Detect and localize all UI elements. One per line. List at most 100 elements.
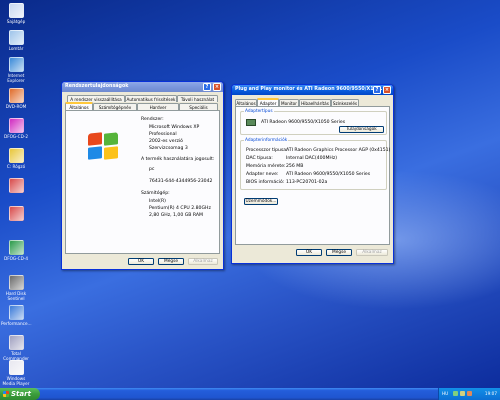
adapter-tab-panel: Adaptertípus ATI Radeon 9600/9550/X1050 … xyxy=(235,106,390,245)
os-name: Microsoft Windows XP xyxy=(149,125,200,130)
properties-button[interactable]: Tulajdonságok xyxy=(339,126,384,133)
ok-button[interactable]: OK xyxy=(128,258,154,265)
desktop-icon[interactable] xyxy=(1,178,31,194)
tab-monitor[interactable]: Monitor xyxy=(279,99,299,106)
desktop-icon-label: Internet Explorer xyxy=(7,73,25,83)
tray-icon[interactable] xyxy=(453,391,458,396)
tab-troubleshoot[interactable]: Hibaelhárítás xyxy=(299,99,331,106)
cpu-ram: 2,80 GHz, 1,00 GB RAM xyxy=(149,213,204,218)
apply-button[interactable]: Alkalmaz xyxy=(356,249,388,256)
info-value: 256 MB xyxy=(286,164,304,169)
info-value: ATI Radeon 9600/9550/X1050 Series xyxy=(286,172,371,177)
tray-icon[interactable] xyxy=(467,391,472,396)
licensed-user: pc xyxy=(149,167,155,172)
desktop-icon[interactable]: Internet Explorer xyxy=(1,57,31,83)
cancel-button[interactable]: Mégse xyxy=(158,258,184,265)
clock[interactable]: 19:07 xyxy=(485,391,497,396)
desktop-icon[interactable]: DFOG-CD-4 xyxy=(1,240,31,261)
cpu-model: Pentium(R) 4 CPU 2.80GHz xyxy=(149,206,211,211)
application-icon xyxy=(8,148,24,163)
display-adapter-properties-window: Plug and Play monitor és ATI Radeon 9600… xyxy=(231,84,394,264)
info-key: Adapter neve: xyxy=(246,172,279,177)
info-key: BIOS információ: xyxy=(246,180,285,185)
application-icon xyxy=(8,275,24,290)
window-title: Rendszertulajdonságok xyxy=(65,84,129,89)
desktop-icon-label: Hard Disk Sentinel xyxy=(5,291,27,301)
desktop-icon[interactable]: Performance... xyxy=(1,305,32,326)
application-icon xyxy=(8,360,24,375)
tab-computer-name[interactable]: Számítógépnév xyxy=(93,103,137,110)
info-key: Processzor típusa: xyxy=(246,148,288,153)
application-icon xyxy=(8,305,24,320)
language-indicator[interactable]: HU xyxy=(442,388,448,400)
cancel-button[interactable]: Mégse xyxy=(326,249,352,256)
tab-system-restore[interactable]: A rendszer visszaállítása xyxy=(67,95,125,102)
application-icon xyxy=(8,240,24,255)
adapter-info-group: Adapterinformációk Processzor típusa: AT… xyxy=(240,138,391,190)
desktop-icon-label: Lomtár xyxy=(8,46,24,51)
system-label: Rendszer: xyxy=(141,117,164,122)
desktop-icon[interactable]: Hard Disk Sentinel xyxy=(1,275,31,301)
tab-general[interactable]: Általános xyxy=(65,102,93,110)
os-edition: Professional xyxy=(149,132,177,137)
tray-icon[interactable] xyxy=(460,391,465,396)
apply-button[interactable]: Alkalmaz xyxy=(188,258,218,265)
desktop-icon[interactable]: DFOG-CD-2 xyxy=(1,118,31,139)
application-icon xyxy=(8,88,24,103)
help-icon[interactable]: ? xyxy=(373,86,381,94)
list-all-modes-button[interactable]: Üzemmódok... xyxy=(244,198,278,205)
desktop-icon-label: Windows Media Player xyxy=(2,376,30,386)
os-version: 2002-es verzió xyxy=(149,139,183,144)
info-value: 113-PC20701-02a xyxy=(286,180,328,185)
tab-advanced[interactable]: Speciális xyxy=(179,103,218,110)
info-key: DAC típusa: xyxy=(246,156,273,161)
tab-adapter[interactable]: Adapter xyxy=(257,98,279,106)
info-key: Memória mérete: xyxy=(246,164,286,169)
desktop-icon[interactable]: Windows Media Player xyxy=(1,360,31,386)
product-id: 76431-644-4344956-23042 xyxy=(149,179,213,184)
desktop-icon-label: Performance... xyxy=(1,321,32,326)
desktop-icon[interactable] xyxy=(1,206,31,222)
system-tray: HU 19:07 xyxy=(438,388,500,400)
desktop-icon-label: Sajátgép xyxy=(6,19,26,24)
computer-label: Számítógép: xyxy=(141,191,170,196)
desktop-icon-label: DFOG-CD-4 xyxy=(3,256,28,261)
start-button[interactable]: Start xyxy=(0,388,40,400)
application-icon xyxy=(8,30,24,45)
cpu-vendor: Intel(R) xyxy=(149,199,166,204)
desktop-icon-label: DFOG-CD-2 xyxy=(3,134,28,139)
service-pack: Szervizcsomag 3 xyxy=(149,146,188,151)
general-tab-panel: Rendszer: Microsoft Windows XP Professio… xyxy=(65,110,220,254)
close-icon[interactable]: × xyxy=(383,86,391,94)
info-value: ATI Radeon Graphics Processor AGP (0x415… xyxy=(286,148,391,153)
desktop-icon[interactable]: DVD-ROM xyxy=(1,88,31,109)
desktop-icon[interactable]: Lomtár xyxy=(1,30,31,51)
application-icon xyxy=(8,178,24,193)
start-label: Start xyxy=(11,390,31,398)
display-adapter-titlebar[interactable]: Plug and Play monitor és ATI Radeon 9600… xyxy=(232,85,393,95)
tab-remote[interactable]: Távoli használat xyxy=(177,95,218,102)
desktop-icon[interactable]: Sajátgép xyxy=(1,3,31,24)
adapter-name: ATI Radeon 9600/9550/X1050 Series xyxy=(261,120,346,125)
info-value: Internal DAC(400MHz) xyxy=(286,156,338,161)
application-icon xyxy=(8,3,24,18)
tab-hardware[interactable]: Hardver xyxy=(137,103,179,110)
tab-automatic-updates[interactable]: Automatikus frissítések xyxy=(125,95,177,102)
desktop-icon-label: DVD-ROM xyxy=(5,104,27,109)
windows-logo xyxy=(88,132,120,161)
application-icon xyxy=(8,206,24,221)
ok-button[interactable]: OK xyxy=(296,249,322,256)
desktop-icon[interactable]: Total Commander xyxy=(1,335,31,361)
system-properties-window: Rendszertulajdonságok ? × A rendszer vis… xyxy=(61,81,224,270)
desktop-icon[interactable]: C: Rógzó xyxy=(1,148,31,169)
tab-general[interactable]: Általános xyxy=(235,99,257,106)
help-icon[interactable]: ? xyxy=(203,83,211,91)
application-icon xyxy=(8,57,24,72)
application-icon xyxy=(8,118,24,133)
application-icon xyxy=(8,335,24,350)
tab-color-management[interactable]: Színkezelés xyxy=(331,99,359,106)
graphics-card-icon xyxy=(246,119,256,126)
taskbar: Start HU 19:07 xyxy=(0,388,500,400)
close-icon[interactable]: × xyxy=(213,83,221,91)
system-properties-titlebar[interactable]: Rendszertulajdonságok ? × xyxy=(62,82,223,92)
